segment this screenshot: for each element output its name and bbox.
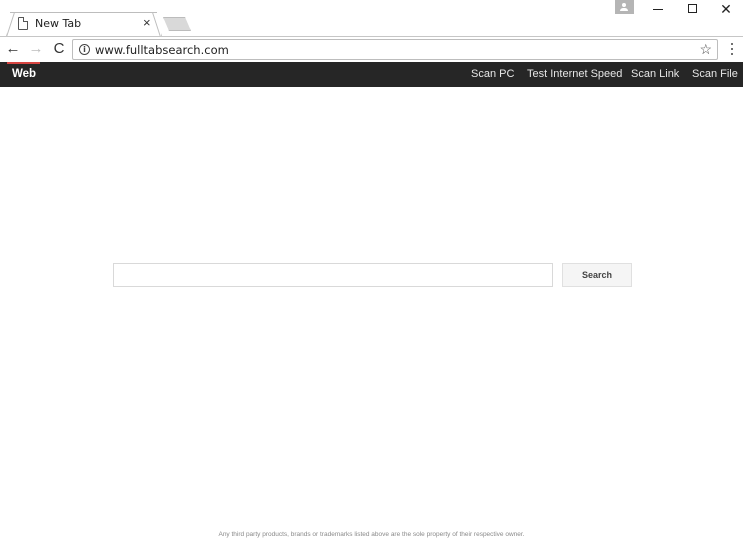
search-button[interactable]: Search	[562, 263, 632, 287]
info-icon[interactable]: i	[79, 44, 90, 55]
nav-web[interactable]: Web	[12, 68, 36, 80]
site-nav: Web Scan PC Test Internet Speed Scan Lin…	[0, 62, 743, 87]
new-tab-button[interactable]	[163, 17, 191, 31]
active-indicator	[7, 62, 40, 64]
search-input[interactable]	[113, 263, 553, 287]
back-icon[interactable]: ←	[4, 40, 22, 58]
reload-icon[interactable]: C	[50, 40, 68, 58]
active-tab[interactable]	[6, 12, 162, 36]
footer-disclaimer: Any third party products, brands or trad…	[218, 531, 525, 538]
maximize-icon[interactable]	[675, 0, 709, 18]
window-close-icon[interactable]: ✕	[709, 0, 743, 18]
forward-icon[interactable]: →	[27, 40, 45, 58]
tab-title: New Tab	[35, 17, 82, 30]
nav-test-internet-speed[interactable]: Test Internet Speed	[527, 68, 622, 80]
nav-scan-pc[interactable]: Scan PC	[471, 68, 514, 80]
tab-border	[10, 12, 157, 13]
minimize-icon[interactable]	[641, 0, 675, 18]
url-text[interactable]: www.fulltabsearch.com	[95, 43, 229, 57]
address-bar[interactable]: i www.fulltabsearch.com ☆	[72, 39, 718, 60]
star-icon[interactable]: ☆	[699, 40, 712, 59]
tab-strip: New Tab × ✕	[0, 0, 743, 37]
nav-scan-link[interactable]: Scan Link	[631, 68, 679, 80]
menu-icon[interactable]	[727, 41, 737, 57]
close-icon[interactable]: ×	[143, 15, 151, 31]
browser-toolbar: ← → C i www.fulltabsearch.com ☆	[0, 36, 743, 62]
nav-scan-file[interactable]: Scan File	[692, 68, 738, 80]
profile-icon[interactable]	[615, 0, 634, 14]
page-icon	[18, 17, 28, 30]
